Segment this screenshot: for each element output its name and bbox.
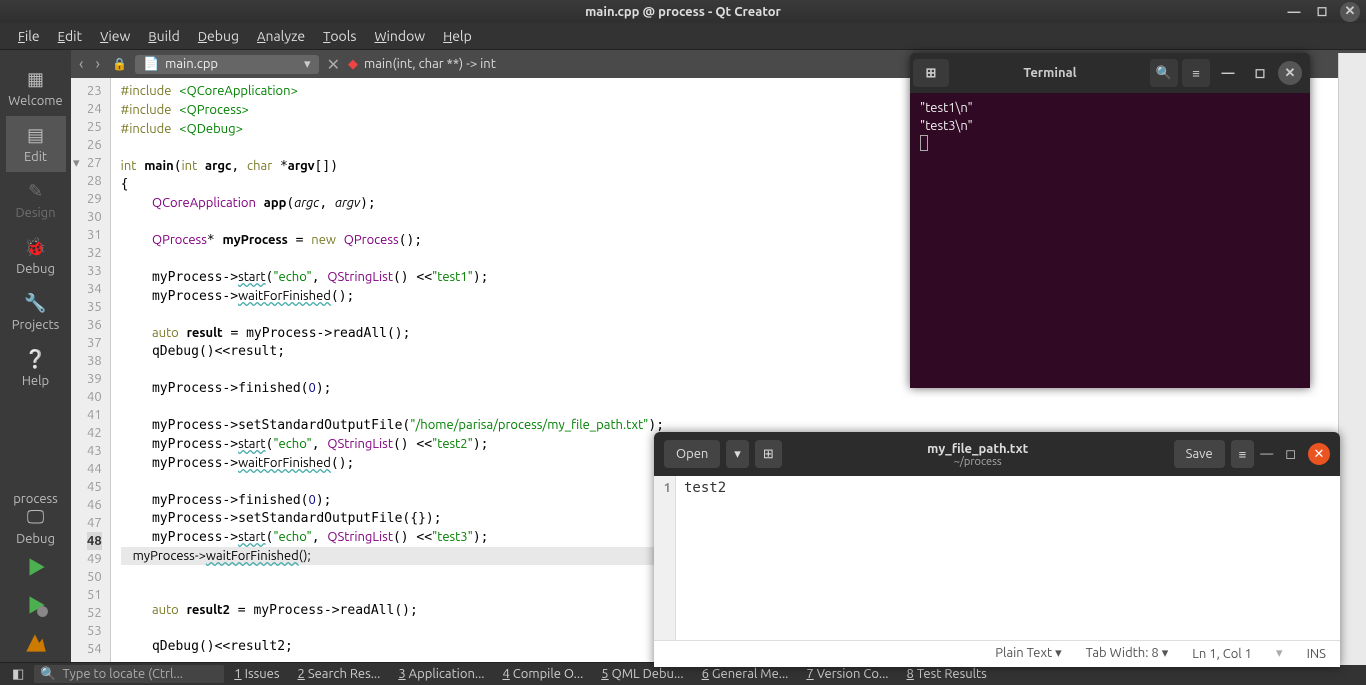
gedit-window: Open ▾ ⊞ my_file_path.txt~/process Save …: [654, 432, 1340, 667]
gedit-wincontrols: — ◻ ✕: [1260, 443, 1330, 465]
line-gutter[interactable]: 2324252627282930313233343536373839404142…: [71, 78, 111, 662]
terminal-cursor: [920, 135, 928, 151]
monitor-icon: 🖵: [25, 506, 47, 528]
pane-qml[interactable]: 5 QML Debu...: [593, 667, 691, 681]
gedit-insmode[interactable]: INS: [1307, 647, 1326, 661]
gedit-open-dd[interactable]: ▾: [726, 440, 749, 468]
window-title: main.cpp @ process - Qt Creator: [585, 5, 781, 19]
menu-file[interactable]: File: [10, 26, 48, 46]
terminal-body[interactable]: "test1\n" "test3\n": [910, 93, 1310, 162]
gedit-save-button[interactable]: Save: [1174, 440, 1225, 468]
gedit-tabwidth[interactable]: Tab Width: 8 ▾: [1086, 646, 1169, 661]
pane-general[interactable]: 6 General Me...: [694, 667, 797, 681]
menu-debug[interactable]: Debug: [190, 26, 247, 46]
close-icon[interactable]: ✕: [1340, 2, 1360, 22]
gedit-newtab-icon[interactable]: ⊞: [755, 440, 782, 468]
terminal-newtab-icon[interactable]: ⊞: [913, 59, 949, 87]
wrench-icon: 🔧: [25, 292, 47, 314]
terminal-close-icon[interactable]: ✕: [1278, 61, 1302, 85]
help-icon: ❔: [25, 348, 47, 370]
chevron-icon[interactable]: ▾: [304, 57, 311, 72]
mode-projects[interactable]: 🔧Projects: [6, 284, 66, 340]
mode-design: ✎Design: [6, 172, 66, 228]
terminal-window: ⊞ Terminal 🔍 ≡ — ◻ ✕ "test1\n" "test3\n": [910, 53, 1310, 388]
bug-icon: 🐞: [25, 236, 47, 258]
grid-icon: ▦: [25, 68, 47, 90]
nav-forward-icon[interactable]: ›: [92, 55, 105, 73]
mode-edit[interactable]: ▤Edit: [6, 116, 66, 172]
run-controls: [23, 554, 49, 662]
menu-help[interactable]: Help: [435, 26, 480, 46]
tab-close-icon[interactable]: ✕: [323, 55, 344, 74]
build-icon[interactable]: [23, 630, 49, 656]
kit-selector[interactable]: process🖵Debug: [6, 484, 66, 554]
menu-edit[interactable]: Edit: [50, 26, 90, 46]
terminal-line: "test3\n": [920, 117, 1300, 135]
terminal-search-icon[interactable]: 🔍: [1150, 59, 1178, 87]
maximize-icon[interactable]: ◻: [1312, 2, 1332, 22]
gedit-min-icon[interactable]: —: [1260, 447, 1273, 461]
terminal-min-icon[interactable]: —: [1214, 59, 1242, 87]
menu-analyze[interactable]: Analyze: [249, 26, 313, 46]
gedit-text[interactable]: test2: [676, 476, 1340, 640]
file-tab[interactable]: 📄 main.cpp ▾: [135, 55, 319, 74]
terminal-titlebar[interactable]: ⊞ Terminal 🔍 ≡ — ◻ ✕: [910, 53, 1310, 93]
terminal-title: Terminal: [952, 66, 1148, 80]
menu-tools[interactable]: Tools: [315, 26, 364, 46]
window-controls: — ◻ ✕: [1284, 2, 1360, 22]
pane-tests[interactable]: 8 Test Results: [899, 667, 995, 681]
search-icon: 🔍: [40, 667, 56, 682]
mode-debug[interactable]: 🐞Debug: [6, 228, 66, 284]
gedit-status: Plain Text ▾ Tab Width: 8 ▾ Ln 1, Col 1 …: [654, 640, 1340, 666]
gedit-title: my_file_path.txt~/process: [788, 440, 1168, 468]
terminal-line: "test1\n": [920, 99, 1300, 117]
terminal-menu-icon[interactable]: ≡: [1182, 59, 1210, 87]
toggle-sidebar-icon[interactable]: ◧: [4, 667, 32, 682]
pane-vcs[interactable]: 7 Version Co...: [798, 667, 896, 681]
mode-welcome[interactable]: ▦Welcome: [6, 60, 66, 116]
gedit-dd-icon[interactable]: ▾: [1276, 646, 1283, 661]
mode-sidebar: ▦Welcome ▤Edit ✎Design 🐞Debug 🔧Projects …: [0, 50, 71, 662]
gedit-close-icon[interactable]: ✕: [1308, 443, 1330, 465]
pane-issues[interactable]: 1 Issues: [226, 667, 287, 681]
gedit-gutter: 1: [654, 476, 676, 640]
pane-search[interactable]: 2 Search Res...: [289, 667, 388, 681]
gedit-body: 1 test2: [654, 476, 1340, 640]
minimize-icon[interactable]: —: [1284, 2, 1304, 22]
func-icon: ◆: [348, 57, 358, 72]
nav-back-icon[interactable]: ‹: [75, 55, 88, 73]
menu-window[interactable]: Window: [366, 26, 433, 46]
titlebar: main.cpp @ process - Qt Creator — ◻ ✕: [0, 0, 1366, 23]
mode-help[interactable]: ❔Help: [6, 340, 66, 396]
menubar: File Edit View Build Debug Analyze Tools…: [0, 23, 1366, 50]
menu-build[interactable]: Build: [140, 26, 188, 46]
nav-lock-icon[interactable]: 🔒: [108, 57, 131, 71]
file-icon: 📄: [143, 57, 159, 72]
minimap-strip[interactable]: [1338, 53, 1366, 665]
pane-appout[interactable]: 3 Application...: [390, 667, 492, 681]
file-name: main.cpp: [165, 57, 218, 71]
edit-icon: ▤: [25, 124, 47, 146]
locator-input[interactable]: 🔍Type to locate (Ctrl...: [34, 665, 224, 683]
gedit-filetype[interactable]: Plain Text ▾: [995, 646, 1061, 661]
terminal-max-icon[interactable]: ◻: [1246, 59, 1274, 87]
gedit-header[interactable]: Open ▾ ⊞ my_file_path.txt~/process Save …: [654, 432, 1340, 476]
pencil-icon: ✎: [25, 180, 47, 202]
gedit-cursor-pos: Ln 1, Col 1: [1192, 647, 1252, 661]
pane-compile[interactable]: 4 Compile O...: [494, 667, 591, 681]
menu-view[interactable]: View: [92, 26, 138, 46]
gedit-max-icon[interactable]: ◻: [1285, 447, 1296, 462]
run-icon[interactable]: [23, 554, 49, 580]
gedit-open-button[interactable]: Open: [664, 440, 720, 468]
debug-run-icon[interactable]: [23, 592, 49, 618]
symbol-crumb[interactable]: ◆main(int, char **) -> int: [348, 57, 496, 72]
gedit-menu-icon[interactable]: ≡: [1231, 440, 1255, 468]
